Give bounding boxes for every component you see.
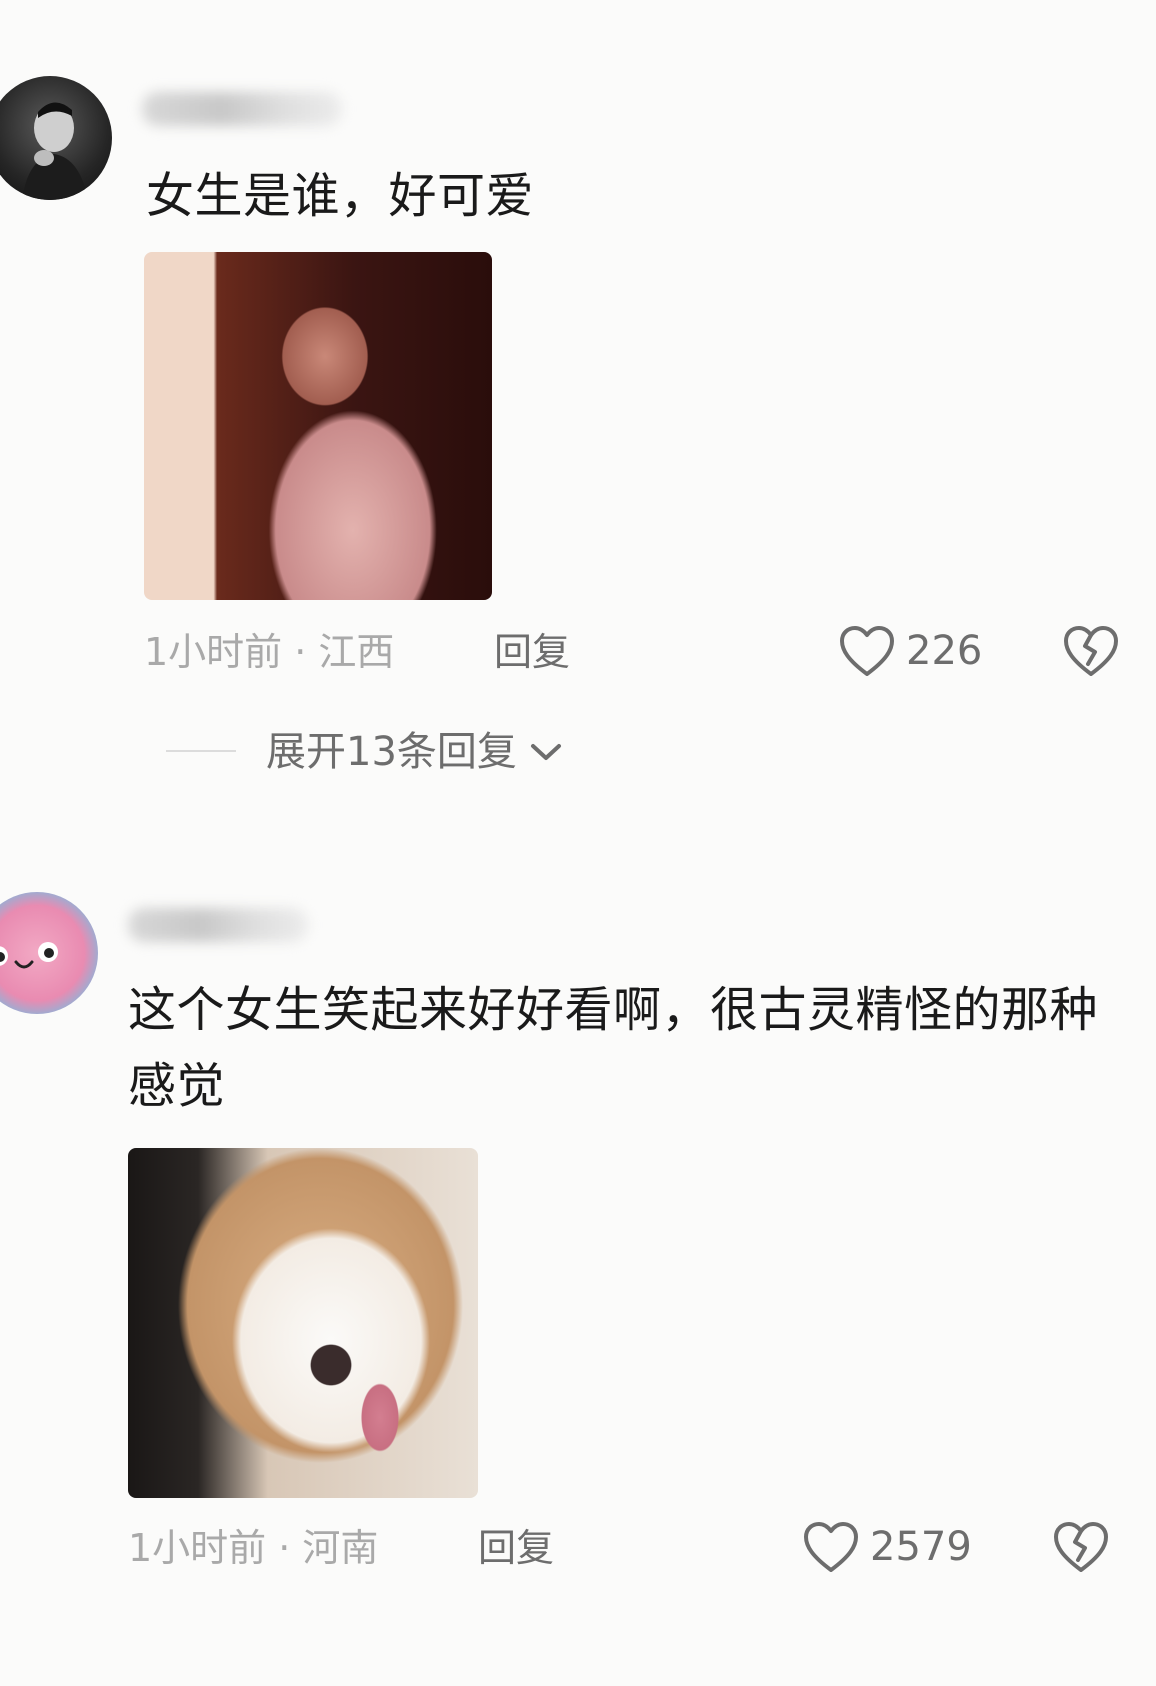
like-count: 226 [906, 628, 983, 674]
expand-divider [166, 750, 236, 752]
like-button[interactable]: 2579 [802, 1520, 972, 1574]
avatar[interactable] [0, 76, 112, 200]
broken-heart-icon[interactable] [1062, 624, 1120, 678]
username-blurred[interactable] [142, 92, 342, 126]
reply-button[interactable]: 回复 [494, 628, 570, 676]
comment-text: 这个女生笑起来好好看啊，很古灵精怪的那种感觉 [128, 982, 1099, 1114]
avatar[interactable] [0, 892, 98, 1014]
expand-replies-label: 展开13条回复 [266, 729, 517, 775]
user-photo-icon [22, 102, 88, 200]
heart-outline-icon [840, 626, 894, 676]
comment-time-location: 1小时前 · 江西 [144, 630, 395, 674]
reply-button[interactable]: 回复 [478, 1524, 554, 1572]
comment-text: 女生是谁，好可爱 [146, 168, 535, 224]
like-count: 2579 [870, 1524, 972, 1570]
expand-replies-button[interactable]: 展开13条回复 [266, 728, 563, 776]
broken-heart-icon[interactable] [1052, 1520, 1110, 1574]
comment-image[interactable] [144, 252, 492, 600]
username-blurred[interactable] [128, 908, 308, 942]
chevron-down-icon [530, 744, 561, 760]
comment-time-location: 1小时前 · 河南 [128, 1526, 379, 1570]
pink-blob-face-icon [0, 942, 58, 969]
heart-outline-icon [804, 1522, 858, 1572]
comment-image[interactable] [128, 1148, 478, 1498]
like-button[interactable]: 226 [838, 624, 982, 678]
